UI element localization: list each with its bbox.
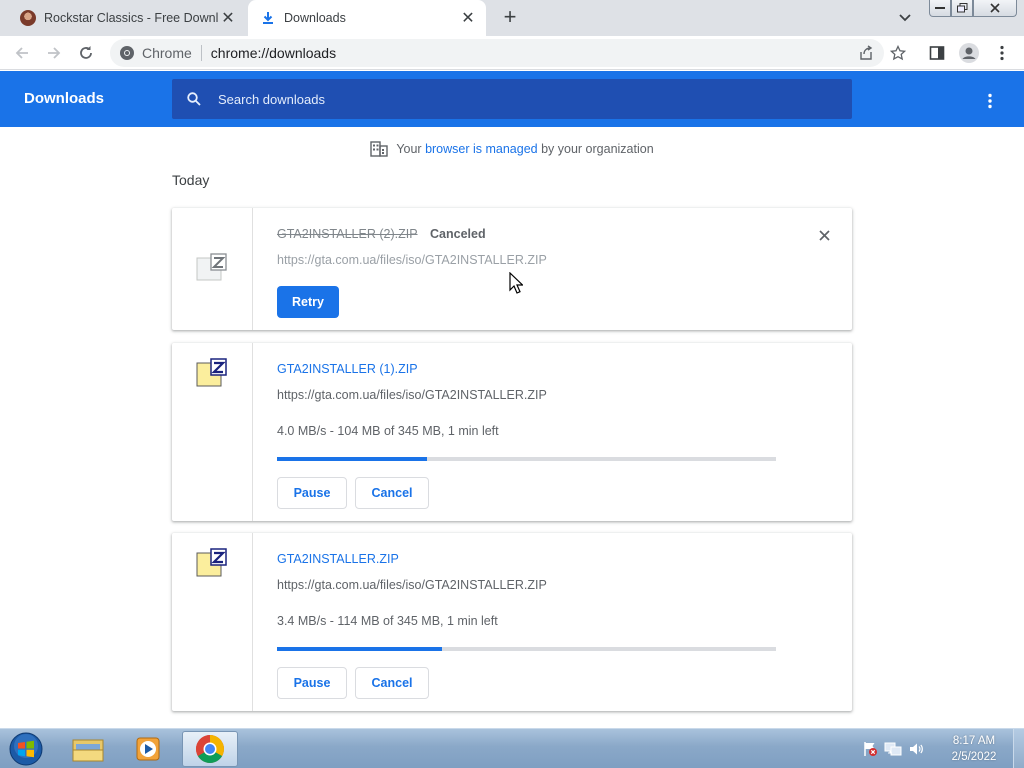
- section-date-heading: Today: [172, 172, 210, 188]
- download-progress-bar: [277, 457, 776, 461]
- download-icon: [260, 10, 276, 26]
- zip-file-icon: [196, 358, 227, 387]
- clock-time: 8:17 AM: [952, 735, 996, 747]
- start-button[interactable]: [6, 731, 46, 767]
- downloads-more-actions-icon[interactable]: [978, 89, 1002, 113]
- browser-menu-icon[interactable]: [989, 40, 1015, 66]
- site-favicon-icon: [20, 10, 36, 26]
- restore-button[interactable]: [951, 0, 973, 17]
- omnibox-separator: [200, 45, 202, 61]
- tab-close-icon[interactable]: ✕: [458, 8, 478, 28]
- remove-from-list-close-icon[interactable]: [814, 225, 834, 245]
- downloads-header: Downloads: [0, 71, 1024, 127]
- progress-fill: [277, 457, 428, 461]
- managed-prefix: Your: [396, 142, 426, 156]
- download-item-in-progress: GTA2INSTALLER (1).ZIP https://gta.com.ua…: [172, 343, 852, 521]
- download-progress-bar: [277, 647, 776, 651]
- google-chrome-icon: [196, 735, 224, 763]
- network-icon[interactable]: [884, 741, 902, 757]
- file-icon-column: [172, 343, 253, 521]
- folder-icon: [72, 739, 104, 762]
- download-item-in-progress: GTA2INSTALLER.ZIP https://gta.com.ua/fil…: [172, 533, 852, 711]
- address-bar[interactable]: Chrome chrome://downloads: [110, 39, 884, 67]
- taskbar-media-player[interactable]: [120, 731, 176, 767]
- side-panel-icon[interactable]: [924, 40, 950, 66]
- download-status: Canceled: [430, 227, 486, 241]
- tab-search-chevron-icon[interactable]: [893, 8, 917, 28]
- tab-title: Downloads: [284, 11, 346, 25]
- file-icon-column: [172, 208, 253, 330]
- managed-suffix: by your organization: [537, 142, 654, 156]
- share-icon[interactable]: [856, 43, 876, 63]
- omnibox-chip: Chrome: [142, 45, 192, 61]
- page-title: Downloads: [24, 90, 105, 107]
- retry-button[interactable]: Retry: [277, 286, 339, 318]
- download-item-canceled: GTA2INSTALLER (2).ZIP Canceled https://g…: [172, 208, 852, 330]
- search-icon: [184, 89, 204, 109]
- browser-toolbar: Chrome chrome://downloads: [0, 36, 1024, 70]
- managed-notice: Your browser is managed by your organiza…: [0, 140, 1024, 158]
- download-progress-text: 4.0 MB/s - 104 MB of 345 MB, 1 min left: [277, 424, 499, 438]
- forward-button[interactable]: [41, 40, 67, 66]
- volume-speaker-icon[interactable]: [908, 741, 924, 757]
- download-source-url[interactable]: https://gta.com.ua/files/iso/GTA2INSTALL…: [277, 578, 547, 592]
- cancel-button[interactable]: Cancel: [355, 477, 429, 509]
- download-source-url[interactable]: https://gta.com.ua/files/iso/GTA2INSTALL…: [277, 388, 547, 402]
- zip-file-icon: [196, 253, 227, 281]
- taskbar-google-chrome[interactable]: [182, 731, 238, 767]
- new-tab-button[interactable]: +: [498, 6, 522, 30]
- mouse-cursor-icon: [509, 272, 523, 294]
- download-filename-link[interactable]: GTA2INSTALLER.ZIP: [277, 552, 399, 566]
- taskbar-windows-explorer[interactable]: [60, 731, 116, 767]
- download-filename-link[interactable]: GTA2INSTALLER (1).ZIP: [277, 362, 418, 376]
- building-icon: [370, 141, 389, 157]
- minimize-button[interactable]: [929, 0, 951, 17]
- tab-downloads[interactable]: Downloads ✕: [248, 0, 486, 36]
- show-desktop-button[interactable]: [1013, 729, 1024, 768]
- pause-button[interactable]: Pause: [277, 477, 347, 509]
- tab-strip: Rockstar Classics - Free Downloa ✕ Downl…: [0, 0, 1024, 36]
- search-input[interactable]: [218, 91, 818, 107]
- download-progress-text: 3.4 MB/s - 114 MB of 345 MB, 1 min left: [277, 614, 498, 628]
- system-clock[interactable]: 8:17 AM 2/5/2022: [940, 733, 1008, 765]
- close-window-button[interactable]: [973, 0, 1017, 17]
- file-icon-column: [172, 533, 253, 711]
- chrome-icon: [120, 46, 134, 60]
- back-button[interactable]: [9, 40, 35, 66]
- media-player-icon: [136, 737, 160, 761]
- cancel-button[interactable]: Cancel: [355, 667, 429, 699]
- pause-button[interactable]: Pause: [277, 667, 347, 699]
- omnibox-url[interactable]: chrome://downloads: [211, 45, 336, 61]
- action-center-flag-icon[interactable]: [862, 741, 878, 757]
- reload-button[interactable]: [73, 40, 99, 66]
- tab-title: Rockstar Classics - Free Downloa: [44, 11, 218, 25]
- zip-file-icon: [196, 548, 227, 577]
- tab-rockstar-classics[interactable]: Rockstar Classics - Free Downloa ✕: [8, 0, 246, 36]
- search-box[interactable]: [172, 79, 852, 119]
- system-tray: [862, 735, 924, 763]
- windows-taskbar: 8:17 AM 2/5/2022: [0, 728, 1024, 768]
- profile-avatar-icon[interactable]: [956, 40, 982, 66]
- download-filename: GTA2INSTALLER (2).ZIP: [277, 227, 418, 241]
- tab-close-icon[interactable]: ✕: [218, 8, 238, 28]
- download-source-url[interactable]: https://gta.com.ua/files/iso/GTA2INSTALL…: [277, 253, 547, 267]
- progress-fill: [277, 647, 442, 651]
- managed-link[interactable]: browser is managed: [425, 142, 538, 156]
- windows-logo-icon: [9, 732, 43, 766]
- bookmark-star-icon[interactable]: [885, 40, 911, 66]
- clock-date: 2/5/2022: [951, 751, 997, 763]
